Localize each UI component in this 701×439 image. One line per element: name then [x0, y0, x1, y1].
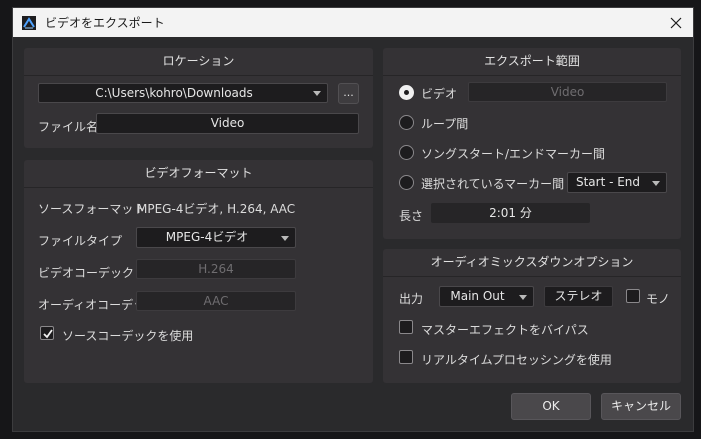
- app-icon: [22, 15, 36, 30]
- radio-video-label[interactable]: ビデオ: [421, 85, 457, 102]
- browse-button[interactable]: ...: [338, 83, 359, 104]
- radio-loop[interactable]: [399, 115, 414, 130]
- location-path-value: C:\Users\kohro\Downloads: [95, 86, 253, 100]
- marker-range-dropdown[interactable]: Start - End: [567, 172, 667, 193]
- video-codec-label: ビデオコーデック: [38, 266, 135, 280]
- bypass-master-effects-label[interactable]: マスターエフェクトをバイパス: [421, 321, 589, 338]
- audio-codec-field: AAC: [136, 291, 296, 311]
- bypass-master-effects-checkbox[interactable]: [399, 320, 413, 334]
- stereo-indicator: ステレオ: [544, 286, 613, 307]
- filename-label: ファイル名: [38, 120, 99, 134]
- video-codec-field: H.264: [136, 259, 296, 279]
- ok-button[interactable]: OK: [511, 393, 591, 420]
- chevron-down-icon: [519, 294, 527, 300]
- window-title: ビデオをエクスポート: [45, 16, 165, 30]
- filename-input[interactable]: Video: [96, 113, 359, 134]
- radio-loop-label[interactable]: ループ間: [421, 115, 468, 132]
- use-source-codec-label[interactable]: ソースコーデックを使用: [62, 327, 193, 344]
- mono-label[interactable]: モノ: [646, 290, 670, 307]
- location-path-dropdown[interactable]: C:\Users\kohro\Downloads: [38, 83, 328, 103]
- location-panel: ロケーション C:\Users\kohro\Downloads ... ファイル…: [24, 48, 373, 148]
- checkmark-icon: [43, 329, 53, 339]
- video-name-field: Video: [468, 82, 667, 102]
- audio-mixdown-panel: オーディオミックスダウンオプション 出力 Main Out ステレオ モノ マス…: [383, 249, 681, 383]
- length-label: 長さ: [399, 209, 424, 223]
- marker-range-value: Start - End: [575, 175, 641, 189]
- use-source-codec-checkbox[interactable]: [40, 326, 54, 340]
- export-range-panel-title: エクスポート範囲: [383, 48, 681, 76]
- cancel-button[interactable]: キャンセル: [601, 393, 681, 420]
- chevron-down-icon: [652, 180, 660, 186]
- close-button[interactable]: [665, 12, 687, 33]
- video-format-panel-title: ビデオフォーマット: [24, 160, 373, 188]
- radio-song-markers-label[interactable]: ソングスタート/エンドマーカー間: [421, 145, 605, 162]
- location-panel-title: ロケーション: [24, 48, 373, 76]
- title-bar: ビデオをエクスポート: [13, 8, 693, 37]
- close-icon: [670, 17, 682, 28]
- chevron-down-icon: [281, 235, 289, 241]
- output-value: Main Out: [450, 289, 505, 303]
- output-label: 出力: [399, 292, 424, 306]
- source-format-label: ソースフォーマット: [38, 202, 146, 216]
- realtime-processing-label[interactable]: リアルタイムプロセッシングを使用: [421, 351, 612, 368]
- realtime-processing-checkbox[interactable]: [399, 350, 413, 364]
- output-dropdown[interactable]: Main Out: [439, 286, 534, 307]
- radio-selected-markers-label[interactable]: 選択されているマーカー間: [421, 175, 564, 192]
- source-format-value: MPEG-4ビデオ, H.264, AAC: [137, 202, 296, 216]
- file-type-value: MPEG-4ビデオ: [165, 230, 249, 244]
- radio-selected-markers[interactable]: [399, 175, 414, 190]
- radio-song-markers[interactable]: [399, 145, 414, 160]
- radio-video[interactable]: [399, 85, 414, 100]
- file-type-label: ファイルタイプ: [38, 234, 123, 248]
- length-value: 2:01 分: [431, 203, 590, 223]
- audio-mixdown-panel-title: オーディオミックスダウンオプション: [383, 249, 681, 277]
- video-format-panel: ビデオフォーマット ソースフォーマット MPEG-4ビデオ, H.264, AA…: [24, 160, 373, 383]
- mono-checkbox[interactable]: [626, 289, 640, 303]
- export-range-panel: エクスポート範囲 ビデオ Video ループ間 ソングスタート/エンドマーカー間…: [383, 48, 681, 239]
- chevron-down-icon: [313, 91, 321, 96]
- file-type-dropdown[interactable]: MPEG-4ビデオ: [136, 227, 296, 248]
- export-video-dialog: ビデオをエクスポート ロケーション C:\Users\kohro\Downloa…: [12, 7, 694, 432]
